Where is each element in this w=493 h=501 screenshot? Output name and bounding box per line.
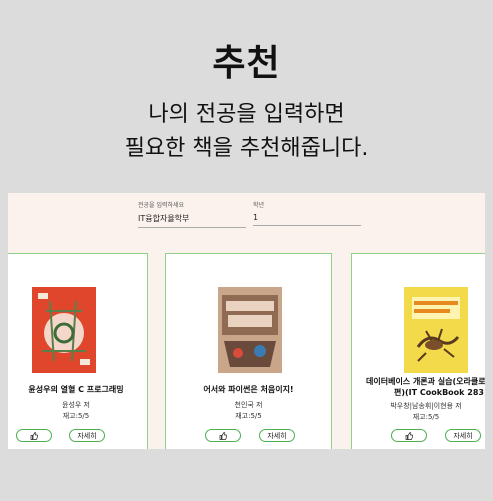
book-title-line-1: 데이터베이스 개론과 실습(오라클로 배우 xyxy=(366,377,485,386)
book-title: 윤성우의 열혈 C 프로그래밍 xyxy=(28,385,124,394)
book-cover-image xyxy=(404,287,468,373)
book-title-line-2: 편)(IT CookBook 283) (2판) xyxy=(394,388,485,397)
subtitle-line-2: 필요한 책을 추천해줍니다. xyxy=(124,136,369,161)
page-subtitle: 나의 전공을 입력하면 필요한 책을 추천해줍니다. xyxy=(0,98,493,166)
book-cover-image xyxy=(218,287,282,373)
book-author: 윤성우 저 xyxy=(62,401,90,409)
thumbs-up-icon xyxy=(30,431,38,440)
detail-button[interactable]: 자세히 xyxy=(445,429,481,442)
year-label: 학년 xyxy=(253,202,265,209)
year-field[interactable]: 학년 1 xyxy=(253,200,361,226)
major-input[interactable]: IT융합자율학부 xyxy=(138,213,246,228)
major-field[interactable]: 전공을 입력하세요 IT융합자율학부 xyxy=(138,200,246,228)
thumbs-up-icon xyxy=(219,431,227,440)
like-button[interactable] xyxy=(391,429,427,442)
book-title: 데이터베이스 개론과 실습(오라클로 배우 편)(IT CookBook 283… xyxy=(352,376,485,398)
year-input[interactable]: 1 xyxy=(253,213,361,226)
book-author: 박우창|남송휘|이현용 저 xyxy=(390,402,462,410)
detail-button[interactable]: 자세히 xyxy=(69,429,105,442)
subtitle-line-1: 나의 전공을 입력하면 xyxy=(148,102,345,127)
book-card[interactable]: 어서와 파이썬은 처음이지! 천인국 저 재고:5/5 자세히 xyxy=(165,253,332,449)
book-stock: 재고:5/5 xyxy=(412,413,440,421)
book-title: 어서와 파이썬은 처음이지! xyxy=(203,385,294,394)
detail-button[interactable]: 자세히 xyxy=(259,429,295,442)
recommendation-panel: 전공을 입력하세요 IT융합자율학부 학년 1 윤성우의 열혈 C 프로그래밍 … xyxy=(8,193,485,449)
like-button[interactable] xyxy=(16,429,52,442)
major-label: 전공을 입력하세요 xyxy=(138,202,185,209)
book-cover-image xyxy=(32,287,96,373)
book-stock: 재고:5/5 xyxy=(235,412,262,420)
book-card[interactable]: 데이터베이스 개론과 실습(오라클로 배우 편)(IT CookBook 283… xyxy=(351,253,485,449)
like-button[interactable] xyxy=(205,429,241,442)
page-title: 추천 xyxy=(212,43,281,84)
book-card[interactable]: 윤성우의 열혈 C 프로그래밍 윤성우 저 재고:5/5 자세히 xyxy=(8,253,148,449)
book-author: 천인국 저 xyxy=(234,401,263,409)
thumbs-up-icon xyxy=(405,431,413,440)
book-stock: 재고:5/5 xyxy=(62,412,90,420)
